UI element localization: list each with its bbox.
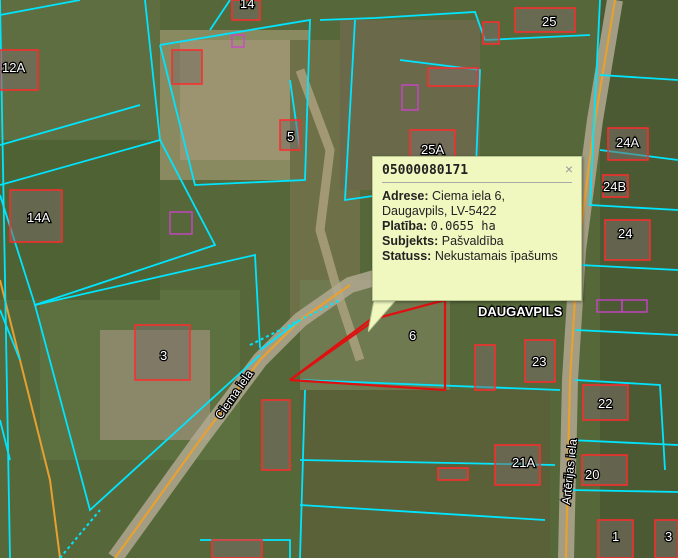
field-value: Pašvaldība [441,234,504,248]
parcel-number: 23 [532,354,546,369]
popup-tail [368,300,397,332]
close-icon[interactable]: × [565,161,573,177]
field-key: Platība: [382,219,428,233]
area-row: Platība: 0.0655 ha [382,219,572,234]
parcel-number: 12A [2,60,25,75]
parcel-number: 24 [618,226,632,241]
city-label: DAUGAVPILS [478,304,563,319]
parcel-info-popup: × 05000080171 Adrese: Ciema iela 6, Daug… [372,156,582,301]
parcel-number: 21A [512,455,535,470]
address-row: Adrese: Ciema iela 6, Daugavpils, LV-542… [382,189,572,219]
status-row: Statuss: Nekustamais īpašums [382,249,572,264]
parcel-id: 05000080171 [382,163,469,178]
field-key: Adrese: [382,189,429,203]
parcel-number: 5 [287,129,294,144]
parcel-number: 25A [421,142,444,157]
subject-row: Subjekts: Pašvaldība [382,234,572,249]
divider [382,182,572,183]
field-key: Statuss: [382,249,432,263]
field-value: Nekustamais īpašums [434,249,558,263]
parcel-number: 24A [616,135,639,150]
parcel-number: 1 [612,529,619,544]
parcel-number: 22 [598,396,612,411]
parcel-number: 20 [585,467,599,482]
field-value: 0.0655 ha [430,219,496,233]
parcel-number: 14 [240,0,254,11]
parcel-number: 24B [603,179,626,194]
parcel-number: 3 [665,529,672,544]
field-key: Subjekts: [382,234,439,248]
parcel-number: 6 [409,328,416,343]
parcel-number: 3 [160,348,167,363]
parcel-number: 14A [27,210,50,225]
parcel-number: 25 [542,14,556,29]
